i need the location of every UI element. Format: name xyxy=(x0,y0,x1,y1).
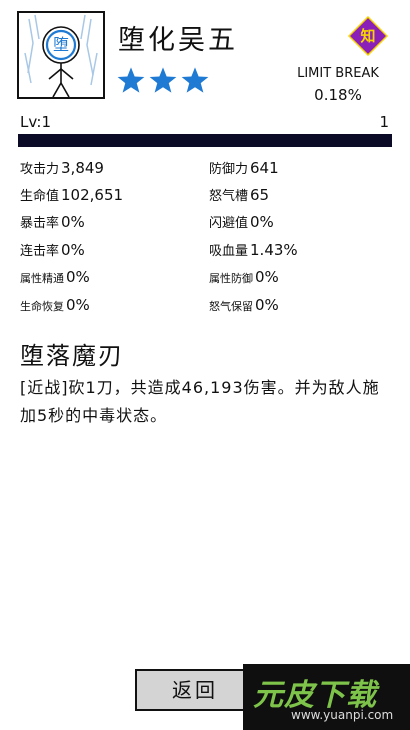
stat-crit-rate: 暴击率 0% xyxy=(20,212,85,234)
stat-lifesteal: 吸血量 1.43% xyxy=(209,240,298,262)
character-name: 堕化吴五 xyxy=(118,25,238,56)
stat-dodge: 闪避值 0% xyxy=(209,212,274,234)
stat-hp-regen: 生命恢复 0% xyxy=(20,296,90,318)
level-progress-bar xyxy=(18,134,392,147)
stat-hp: 生命值 102,651 xyxy=(20,185,123,207)
star-icon xyxy=(181,67,209,93)
back-button[interactable]: 返回 xyxy=(135,669,255,711)
portrait-head-char: 堕 xyxy=(52,35,69,54)
star-icon xyxy=(117,67,145,93)
stat-value: 102,651 xyxy=(61,186,124,204)
stat-label: 生命值 xyxy=(20,189,60,204)
stat-value: 0% xyxy=(61,241,85,259)
stat-value: 0% xyxy=(61,213,85,231)
stat-value: 0% xyxy=(255,268,279,286)
limit-break-value: 0.18% xyxy=(314,86,362,104)
stat-combo-rate: 连击率 0% xyxy=(20,240,85,262)
stat-value: 0% xyxy=(66,268,90,286)
stat-element-defense: 属性防御 0% xyxy=(209,268,279,290)
level-label: Lv:1 xyxy=(20,113,52,131)
stat-attack: 攻击力 3,849 xyxy=(20,158,104,180)
stat-rage-retain: 怒气保留 0% xyxy=(209,296,279,318)
stat-label: 防御力 xyxy=(209,162,249,177)
stat-label: 闪避值 xyxy=(209,216,249,231)
stat-value: 641 xyxy=(250,159,279,177)
stat-label: 攻击力 xyxy=(20,162,60,177)
stat-element-mastery: 属性精通 0% xyxy=(20,268,90,290)
level-progress-fill xyxy=(19,135,391,146)
stat-value: 1.43% xyxy=(250,241,298,259)
stat-rage-gauge: 怒气槽 65 xyxy=(209,185,269,207)
class-badge: 知 xyxy=(347,15,389,57)
skill-description: [近战]砍1刀，共造成46,193伤害。并为敌人施加5秒的中毒状态。 xyxy=(20,378,380,425)
stat-value: 0% xyxy=(250,213,274,231)
stat-label: 吸血量 xyxy=(209,244,249,259)
stat-label: 属性防御 xyxy=(209,272,253,285)
class-badge-char: 知 xyxy=(360,27,376,45)
stat-defense: 防御力 641 xyxy=(209,158,279,180)
stat-value: 0% xyxy=(255,296,279,314)
stat-label: 怒气槽 xyxy=(209,189,249,204)
stat-label: 属性精通 xyxy=(20,272,64,285)
stat-value: 65 xyxy=(250,186,270,204)
stat-value: 3,849 xyxy=(61,159,104,177)
stat-label: 生命恢复 xyxy=(20,300,64,313)
limit-break-label: LIMIT BREAK xyxy=(297,66,379,81)
watermark: 元皮下载 www.yuanpi.com xyxy=(243,664,410,730)
skill-name: 堕落魔刃 xyxy=(20,342,124,370)
stat-label: 连击率 xyxy=(20,244,60,259)
character-portrait: 堕 xyxy=(17,11,105,99)
watermark-url: www.yuanpi.com xyxy=(291,708,394,722)
stat-label: 暴击率 xyxy=(20,216,60,231)
star-rating xyxy=(116,66,210,95)
level-right-value: 1 xyxy=(379,113,389,131)
stat-value: 0% xyxy=(66,296,90,314)
stat-label: 怒气保留 xyxy=(209,300,253,313)
star-icon xyxy=(149,67,177,93)
